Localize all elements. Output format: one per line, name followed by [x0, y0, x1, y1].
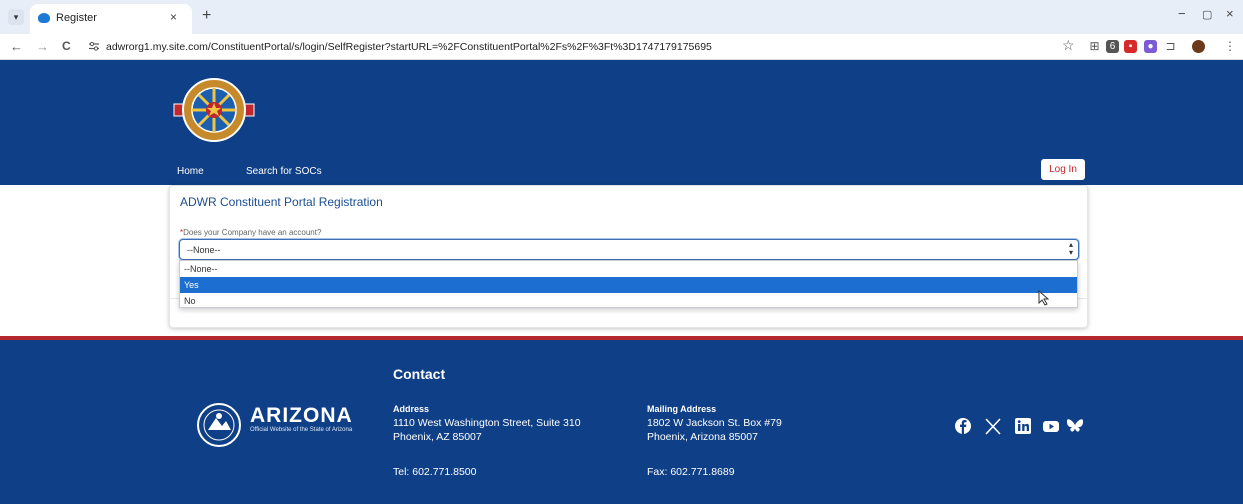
nav-home[interactable]: Home: [177, 166, 204, 177]
company-account-select[interactable]: --None-- ▴ ▾: [179, 239, 1079, 260]
extension-purple-icon[interactable]: ●: [1144, 40, 1157, 53]
arizona-state-seal-icon[interactable]: [196, 402, 242, 448]
new-tab-button[interactable]: +: [202, 7, 211, 25]
site-info-icon[interactable]: [88, 40, 100, 55]
bookmark-star-icon[interactable]: ☆: [1062, 37, 1075, 54]
youtube-icon[interactable]: [1040, 415, 1062, 437]
url-field[interactable]: adwrorg1.my.site.com/ConstituentPortal/s…: [106, 41, 712, 53]
window-close-button[interactable]: ×: [1226, 6, 1234, 21]
address-line2: Phoenix, AZ 85007: [393, 431, 482, 443]
arizona-tagline: Official Website of the State of Arizona: [250, 427, 353, 433]
arizona-wordmark[interactable]: ARIZONA: [250, 404, 353, 428]
option-no[interactable]: No: [180, 293, 1077, 309]
salesforce-favicon-icon: [38, 13, 50, 23]
browser-tab-bar: ▾ Register × + − ▢ ×: [0, 0, 1243, 34]
window-restore-button[interactable]: ▢: [1202, 8, 1212, 21]
company-account-options: --None-- Yes No: [179, 260, 1078, 308]
select-current-value: --None--: [187, 245, 221, 255]
mailing-heading: Mailing Address: [647, 404, 717, 414]
nav-search-socs[interactable]: Search for SOCs: [246, 166, 322, 177]
browser-address-bar: ← → C adwrorg1.my.site.com/ConstituentPo…: [0, 34, 1243, 60]
extension-pin-icon[interactable]: ⊞: [1088, 40, 1101, 53]
browser-tab[interactable]: Register ×: [30, 4, 192, 34]
extensions-puzzle-icon[interactable]: ⊐: [1164, 40, 1177, 53]
tab-title: Register: [56, 12, 97, 24]
mouse-cursor-icon: [1038, 289, 1050, 306]
tab-search-menu-icon[interactable]: ▾: [8, 9, 24, 25]
mailing-fax: Fax: 602.771.8689: [647, 466, 735, 478]
contact-heading: Contact: [393, 366, 446, 382]
company-account-label: *Does your Company have an account?: [180, 228, 321, 237]
forward-button[interactable]: →: [36, 39, 49, 54]
log-in-button[interactable]: Log In: [1041, 159, 1085, 180]
option-yes[interactable]: Yes: [180, 277, 1077, 293]
bluesky-icon[interactable]: [1064, 415, 1086, 437]
site-footer: Contact ARIZONA Official Website of the …: [0, 340, 1243, 504]
address-line1: 1110 West Washington Street, Suite 310: [393, 417, 581, 429]
tab-close-icon[interactable]: ×: [170, 10, 177, 24]
company-account-label-text: Does your Company have an account?: [183, 228, 322, 237]
profile-avatar[interactable]: [1192, 40, 1205, 53]
option-none[interactable]: --None--: [180, 261, 1077, 277]
address-tel: Tel: 602.771.8500: [393, 466, 477, 478]
window-minimize-button[interactable]: −: [1178, 6, 1186, 21]
adwr-seal-logo[interactable]: [172, 74, 256, 146]
mailing-line2: Phoenix, Arizona 85007: [647, 431, 758, 443]
address-heading: Address: [393, 404, 430, 414]
pdf-extension-icon[interactable]: ▪: [1124, 40, 1137, 53]
select-arrows-icon: ▴ ▾: [1068, 240, 1073, 257]
extension-badge-icon[interactable]: 6: [1106, 40, 1119, 53]
registration-title: ADWR Constituent Portal Registration: [180, 195, 383, 209]
mailing-line1: 1802 W Jackson St. Box #79: [647, 417, 782, 429]
browser-menu-icon[interactable]: ⋮: [1224, 39, 1236, 53]
linkedin-icon[interactable]: [1012, 415, 1034, 437]
x-icon[interactable]: [982, 415, 1004, 437]
facebook-icon[interactable]: [952, 415, 974, 437]
reload-button[interactable]: C: [62, 39, 71, 53]
back-button[interactable]: ←: [10, 39, 23, 54]
